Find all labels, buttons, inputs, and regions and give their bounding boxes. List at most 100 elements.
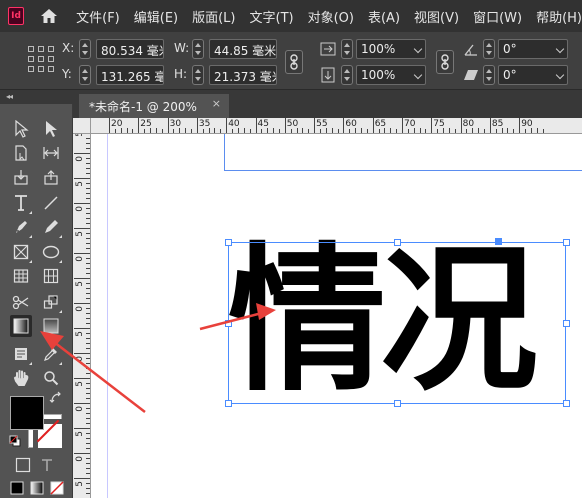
document-tab[interactable]: *未命名-1 @ 200% × <box>79 94 229 118</box>
constrain-scale-icon[interactable] <box>436 50 454 74</box>
empty-text-frame[interactable] <box>224 134 582 171</box>
w-stepper[interactable] <box>192 39 204 59</box>
shear-stepper[interactable] <box>483 65 495 85</box>
handle-bottom-left[interactable] <box>225 400 232 407</box>
selected-text-frame[interactable] <box>228 242 566 404</box>
handle-middle-left[interactable] <box>225 320 232 327</box>
horizontal-ruler[interactable]: 20 25 30 35 40 45 50 55 60 65 70 75 80 85 90 <box>91 118 582 134</box>
ruler-h-tick <box>273 128 275 133</box>
ruler-h-tick <box>525 129 527 133</box>
constrain-proportions-icon[interactable] <box>285 50 303 74</box>
content-collector-icon[interactable] <box>10 166 32 188</box>
handle-rotation-point[interactable] <box>495 238 502 245</box>
table-tool-icon[interactable] <box>10 265 32 287</box>
x-field[interactable]: 80.534 毫米 <box>96 39 164 59</box>
ruler-h-tick <box>196 118 198 133</box>
ruler-h-tick <box>530 128 532 133</box>
ruler-v-tick <box>86 193 90 194</box>
apply-none-icon[interactable] <box>48 480 66 496</box>
handle-top-left[interactable] <box>225 239 232 246</box>
home-icon[interactable] <box>40 6 58 26</box>
ruler-h-tick <box>267 128 269 133</box>
eyedropper-tool-icon[interactable] <box>40 343 62 365</box>
ruler-v-label: 5 <box>75 181 85 187</box>
line-tool-icon[interactable] <box>40 192 62 214</box>
ruler-v-tick <box>86 163 90 164</box>
handle-bottom-middle[interactable] <box>394 400 401 407</box>
ruler-v-tick <box>86 248 90 249</box>
scale-x-stepper[interactable] <box>341 39 353 59</box>
ellipse-tool-icon[interactable] <box>40 241 62 263</box>
y-stepper[interactable] <box>79 65 91 85</box>
handle-bottom-right[interactable] <box>563 400 570 407</box>
x-stepper[interactable] <box>79 39 91 59</box>
ruler-v-tick <box>86 308 90 309</box>
rotate-stepper[interactable] <box>483 39 495 59</box>
ruler-h-tick <box>167 118 169 133</box>
apply-gradient-icon[interactable] <box>28 480 46 496</box>
menu-type[interactable]: 文字(T) <box>250 7 294 26</box>
apply-color-icon[interactable] <box>8 480 26 496</box>
menu-table[interactable]: 表(A) <box>368 7 400 26</box>
page-tool-icon[interactable] <box>10 142 32 164</box>
direct-selection-tool-icon[interactable] <box>40 118 62 140</box>
pencil-tool-icon[interactable] <box>40 216 62 238</box>
ruler-v-label: 0 <box>75 256 85 262</box>
ruler-h-tick <box>220 129 222 133</box>
handle-top-right[interactable] <box>563 239 570 246</box>
menu-view[interactable]: 视图(V) <box>414 7 459 26</box>
scale-x-field[interactable]: 100% <box>356 39 426 59</box>
grid-tool-icon[interactable] <box>40 265 62 287</box>
gradient-swatch-tool-icon[interactable] <box>10 315 32 337</box>
h-stepper[interactable] <box>192 65 204 85</box>
scale-y-field[interactable]: 100% <box>356 65 426 85</box>
ruler-h-tick <box>208 128 210 133</box>
handle-top-middle[interactable] <box>394 239 401 246</box>
y-field[interactable]: 131.265 毫米 <box>96 65 164 85</box>
w-field[interactable]: 44.85 毫米 <box>209 39 277 59</box>
menu-object[interactable]: 对象(O) <box>308 7 354 26</box>
menu-help[interactable]: 帮助(H) <box>536 7 582 26</box>
menu-layout[interactable]: 版面(L) <box>192 7 235 26</box>
free-transform-tool-icon[interactable] <box>40 291 62 313</box>
swap-fill-stroke-icon[interactable] <box>48 390 64 406</box>
ruler-v-tick <box>86 183 90 184</box>
close-tab-icon[interactable]: × <box>212 97 221 110</box>
rotate-field[interactable]: 0° <box>498 39 568 59</box>
scale-y-stepper[interactable] <box>341 65 353 85</box>
ruler-h-tick <box>437 129 439 133</box>
gradient-feather-tool-icon[interactable] <box>40 315 62 337</box>
default-fill-stroke-icon[interactable] <box>8 434 22 448</box>
vertical-ruler[interactable]: 5 0 5 0 5 0 5 0 5 0 5 0 5 0 5 <box>73 134 91 498</box>
ruler-v-tick <box>86 208 90 209</box>
menu-edit[interactable]: 编辑(E) <box>134 7 178 26</box>
hand-tool-icon[interactable] <box>10 367 32 389</box>
menu-file[interactable]: 文件(F) <box>76 7 120 26</box>
ruler-v-tick <box>86 268 90 269</box>
toolbar-collapse-bar[interactable]: ◂◂ <box>0 90 73 104</box>
menu-window[interactable]: 窗口(W) <box>473 7 522 26</box>
type-tool-icon[interactable] <box>10 192 32 214</box>
reference-point-icon[interactable] <box>28 46 54 72</box>
ruler-v-tick <box>86 418 90 419</box>
formatting-container-icon[interactable] <box>14 456 32 474</box>
rectangle-frame-tool-icon[interactable] <box>10 241 32 263</box>
gap-tool-icon[interactable] <box>40 142 62 164</box>
ruler-h-tick <box>237 128 239 133</box>
scissors-tool-icon[interactable] <box>10 291 32 313</box>
ruler-v-tick <box>74 153 90 154</box>
h-field[interactable]: 21.373 毫米 <box>209 65 277 85</box>
ruler-v-tick <box>86 273 90 274</box>
fill-swatch[interactable] <box>10 396 44 430</box>
note-tool-icon[interactable] <box>10 343 32 365</box>
shear-field[interactable]: 0° <box>498 65 568 85</box>
collapse-icon[interactable]: ◂◂ <box>6 92 13 101</box>
handle-middle-right[interactable] <box>563 320 570 327</box>
zoom-tool-icon[interactable] <box>40 367 62 389</box>
formatting-text-icon[interactable] <box>38 456 56 474</box>
selection-tool-icon[interactable] <box>10 118 32 140</box>
scale-x-value: 100% <box>361 42 396 56</box>
ruler-origin[interactable] <box>73 118 91 134</box>
pen-tool-icon[interactable] <box>10 216 32 238</box>
content-placer-icon[interactable] <box>40 166 62 188</box>
